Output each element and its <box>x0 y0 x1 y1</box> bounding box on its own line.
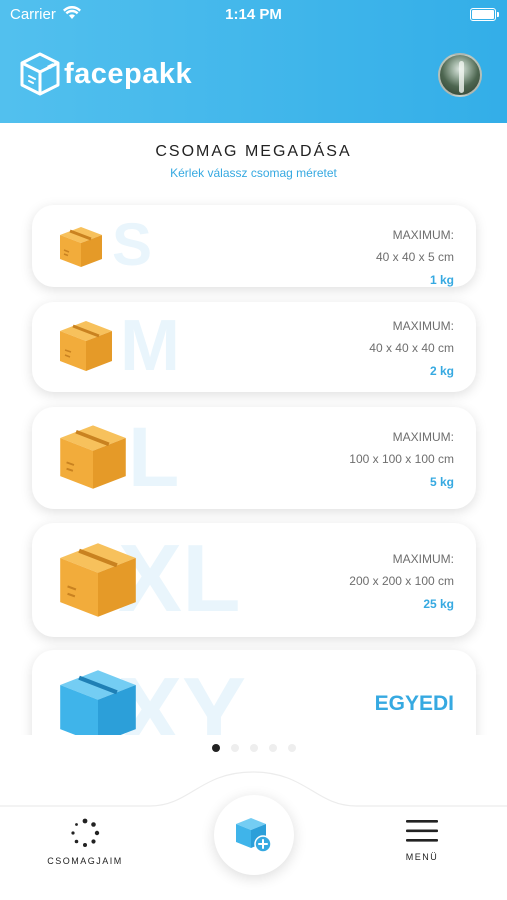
dimensions: 40 x 40 x 5 cm <box>375 250 454 264</box>
cube-logo-icon <box>20 52 60 96</box>
tab-bar: CSOMAGJAIM MENÜ <box>0 770 507 900</box>
tab-menu[interactable]: MENÜ <box>372 818 472 862</box>
box-blue-icon <box>60 670 136 735</box>
package-card-xl[interactable]: XL MAXIMUM: 200 x 200 x 100 cm 25 kg <box>32 523 476 637</box>
tab-label: MENÜ <box>405 852 439 862</box>
page-dot[interactable] <box>287 744 296 752</box>
weight: 1 kg <box>429 273 454 287</box>
package-list: S MAXIMUM: 40 x 40 x 5 cm 1 kg M MAXIMUM… <box>0 195 507 735</box>
max-label: MAXIMUM: <box>392 552 454 566</box>
avatar[interactable] <box>438 53 482 97</box>
clock: 1:14 PM <box>225 6 282 23</box>
page-dot[interactable] <box>268 744 277 752</box>
package-card-l[interactable]: L MAXIMUM: 100 x 100 x 100 cm 5 kg <box>32 407 476 509</box>
status-bar: Carrier 1:14 PM <box>0 0 507 30</box>
size-letter: M <box>120 306 180 386</box>
page-title: CSOMAG MEGADÁSA <box>155 143 352 160</box>
add-package-button[interactable] <box>214 795 294 875</box>
size-letter: S <box>112 211 153 278</box>
loading-dots-icon <box>71 818 100 847</box>
brand-logo: facepakk <box>20 52 192 96</box>
box-orange-icon <box>60 425 126 489</box>
page-dot[interactable] <box>230 744 239 752</box>
package-card-custom[interactable]: XY EGYEDI <box>32 650 476 735</box>
package-card-m[interactable]: M MAXIMUM: 40 x 40 x 40 cm 2 kg <box>32 302 476 392</box>
dimensions: 200 x 200 x 100 cm <box>349 574 454 588</box>
weight: 5 kg <box>429 475 454 489</box>
tab-my-packages[interactable]: CSOMAGJAIM <box>35 818 135 866</box>
header: Carrier 1:14 PM facepakk <box>0 0 507 123</box>
dimensions: 40 x 40 x 40 cm <box>369 341 454 355</box>
page-subtitle: Kérlek válassz csomag méretet <box>170 166 337 180</box>
package-card-s[interactable]: S MAXIMUM: 40 x 40 x 5 cm 1 kg <box>32 205 476 287</box>
box-orange-icon <box>60 321 112 371</box>
dimensions: 100 x 100 x 100 cm <box>349 452 454 466</box>
battery-icon <box>470 8 499 21</box>
custom-size-label: EGYEDI <box>374 692 454 715</box>
page-indicator <box>0 744 507 754</box>
page-dot-active[interactable] <box>211 744 220 752</box>
page-dot[interactable] <box>249 744 258 752</box>
brand-name: facepakk <box>64 57 193 90</box>
size-letter: L <box>128 410 180 504</box>
add-box-icon <box>236 818 272 853</box>
weight: 25 kg <box>423 597 454 611</box>
max-label: MAXIMUM: <box>392 319 454 333</box>
box-orange-icon <box>60 227 102 267</box>
tab-label: CSOMAGJAIM <box>47 856 123 866</box>
max-label: MAXIMUM: <box>392 430 454 444</box>
hamburger-menu-icon <box>406 820 438 842</box>
weight: 2 kg <box>429 364 454 378</box>
app-screen: Carrier 1:14 PM facepakk CSOMAG MEGADÁSA… <box>0 0 507 900</box>
max-label: MAXIMUM: <box>392 228 454 242</box>
box-orange-icon <box>60 543 136 617</box>
